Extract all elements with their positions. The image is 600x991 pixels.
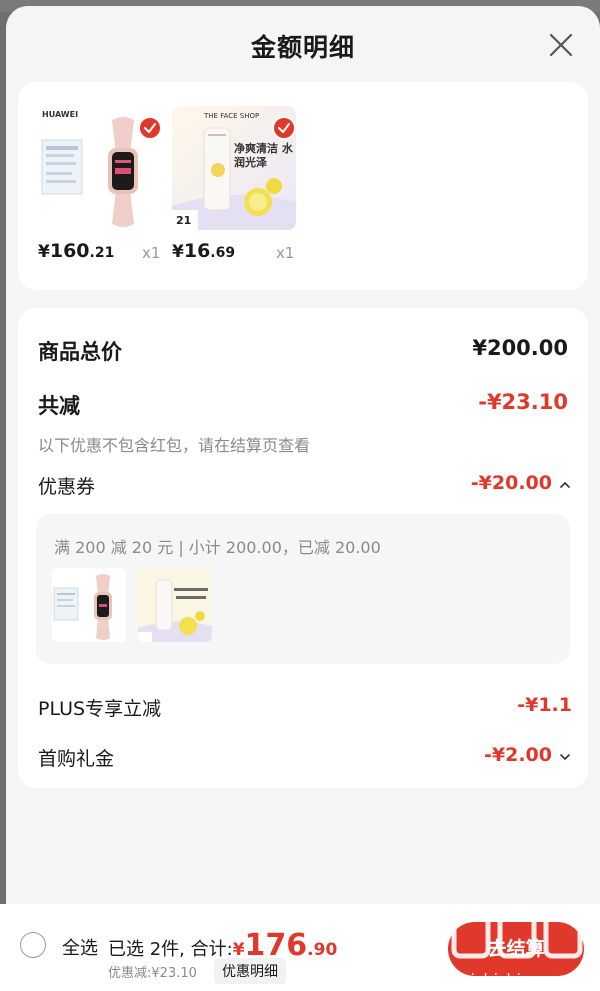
- price-details-card: 商品总价 ¥200.00 共减 -¥23.10 以下优惠不包含红包，请在结算页查…: [18, 308, 588, 788]
- product-tagline: 净爽清洁 水润光泽: [234, 142, 293, 169]
- product-brand: HUAWEI: [42, 110, 79, 119]
- product-brand: THE FACE SHOP: [204, 112, 260, 120]
- select-all-radio[interactable]: [20, 932, 46, 958]
- sheet-header: 金额明细: [6, 6, 600, 82]
- watermark-text: zhizhizhi.com: [452, 970, 561, 989]
- chevron-down-icon[interactable]: [558, 752, 572, 762]
- product-qty: x1: [276, 244, 295, 262]
- coupon-thumb-cleanser: [138, 568, 212, 642]
- plus-discount-label: PLUS专享立减: [38, 698, 162, 720]
- plus-discount-value: -¥1.1: [517, 694, 572, 716]
- close-icon: [549, 33, 573, 57]
- amount-detail-sheet: 金额明细 HUAWEI ¥160.21 x1 THE FACE SHOP 净爽清…: [6, 6, 600, 991]
- product-item-watch[interactable]: HUAWEI ¥160.21 x1: [38, 106, 168, 276]
- product-check-badge[interactable]: [272, 116, 296, 140]
- cleanser-image: [138, 568, 212, 642]
- sheet-title: 金额明细: [250, 33, 355, 62]
- chevron-up-icon[interactable]: [558, 480, 572, 490]
- products-card: HUAWEI ¥160.21 x1 THE FACE SHOP 净爽清洁 水润光…: [18, 82, 588, 290]
- first-purchase-label: 首购礼金: [38, 748, 115, 770]
- coupon-value[interactable]: -¥20.00: [471, 472, 552, 494]
- product-mini-price: 21: [176, 214, 192, 227]
- goods-total-label: 商品总价: [38, 340, 122, 364]
- selected-count-text: 已选 2件, 合计:: [108, 939, 233, 960]
- checkmark-icon: [278, 123, 290, 133]
- product-item-cleanser[interactable]: THE FACE SHOP 净爽清洁 水润光泽 21 ¥16.69 x1: [172, 106, 302, 276]
- product-price: ¥16.69: [172, 240, 236, 262]
- product-qty: x1: [142, 244, 161, 262]
- checkmark-icon: [144, 123, 156, 133]
- close-button[interactable]: [548, 32, 574, 58]
- discount-detail-link[interactable]: 优惠明细: [214, 958, 286, 984]
- coupon-thumb-watch: [52, 568, 126, 642]
- first-purchase-value[interactable]: -¥2.00: [484, 744, 552, 766]
- coupon-description: 满 200 减 20 元 | 小计 200.00，已减 20.00: [54, 538, 381, 557]
- discount-summary: 优惠减:¥23.10: [108, 966, 197, 981]
- total-reduce-label: 共减: [38, 394, 80, 418]
- goods-total-value: ¥200.00: [472, 336, 568, 360]
- product-check-badge[interactable]: [138, 116, 162, 140]
- checkout-bar: 全选 已选 2件, 合计:¥176.90 优惠减:¥23.10 优惠明细 去结算…: [0, 904, 600, 991]
- select-all-label[interactable]: 全选: [62, 934, 98, 960]
- total-reduce-value: -¥23.10: [478, 390, 568, 414]
- product-price: ¥160.21: [38, 240, 115, 262]
- watermark-logo-icon: [451, 913, 583, 959]
- watch-image: [52, 568, 126, 642]
- coupon-label: 优惠券: [38, 476, 96, 498]
- discount-note: 以下优惠不包含红包，请在结算页查看: [38, 436, 311, 455]
- coupon-detail-box: 满 200 减 20 元 | 小计 200.00，已减 20.00: [36, 514, 570, 664]
